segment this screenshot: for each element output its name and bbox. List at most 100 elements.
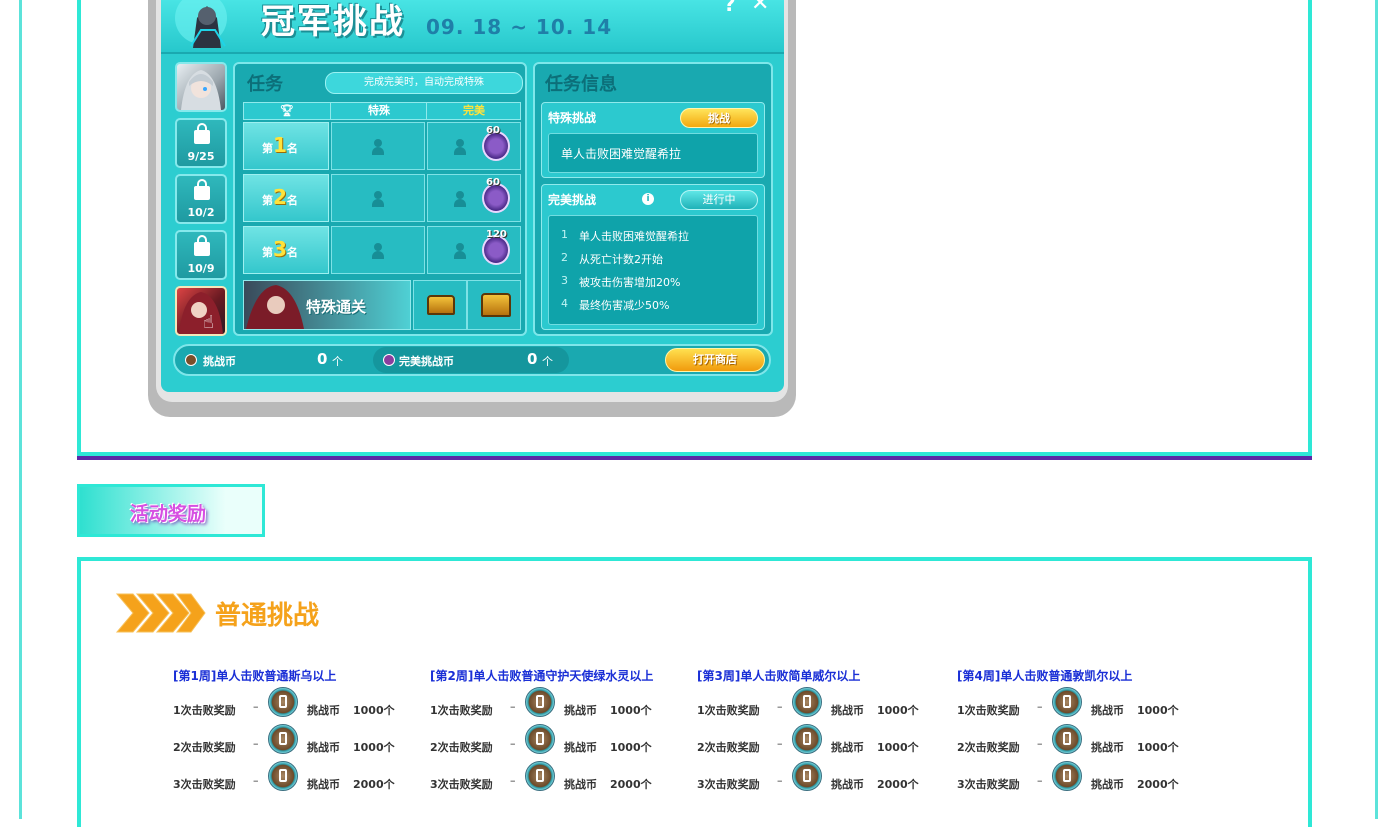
reward-item-name: 挑战币: [307, 778, 340, 791]
reward-row: 2次击败奖励 – 挑战币 1000个: [957, 724, 1217, 760]
event-rewards-label: 活动奖励: [130, 503, 207, 525]
in-progress-status: 进行中: [680, 190, 758, 210]
reward-quantity: 1000个: [1137, 741, 1179, 754]
challenge-coin-icon: [792, 724, 822, 754]
person-icon: [454, 139, 466, 155]
reward-dash: –: [510, 737, 516, 750]
reward-label: 3次击败奖励: [430, 778, 493, 791]
special-challenge-box: 特殊挑战 挑战 单人击败困难觉醒希拉: [541, 102, 765, 178]
medal-count: 120: [486, 229, 507, 240]
challenge-coin-icon: [1052, 761, 1082, 791]
lock-icon: [194, 179, 210, 200]
condition-text: 最终伤害减少50%: [579, 299, 670, 312]
reward-chest-slot[interactable]: [413, 280, 467, 330]
week-reward-block: [第3周]单人击败简单威尔以上 1次击败奖励 – 挑战币 1000个 2次击败奖励 – 挑战币…: [697, 667, 957, 797]
hilla-portrait-icon: [246, 285, 304, 329]
week-title: [第2周]单人击败普通守护天使绿水灵以上: [430, 669, 654, 683]
reward-row: 1次击败奖励 – 挑战币 1000个: [957, 687, 1217, 723]
medal-count: 60: [486, 177, 500, 188]
treasure-chest-icon: [427, 295, 455, 315]
person-icon: [454, 191, 466, 207]
sidebar-locked-week-3[interactable]: 10/2: [175, 174, 227, 224]
unlock-date: 9/25: [187, 150, 215, 163]
hilla-portrait-icon: [179, 292, 223, 334]
reward-label: 1次击败奖励: [173, 704, 236, 717]
challenge-coin-icon: [525, 724, 555, 754]
reward-row: 3次击败奖励 – 挑战币 2000个: [430, 761, 690, 797]
reward-label: 3次击败奖励: [957, 778, 1020, 791]
reward-quantity: 2000个: [1137, 778, 1179, 791]
reward-item-name: 挑战币: [1091, 704, 1124, 717]
reward-dash: –: [510, 700, 516, 713]
task-title: 任务: [247, 74, 283, 95]
rank-number: 3: [273, 237, 287, 261]
col-special: 特殊: [330, 103, 427, 119]
reward-dash: –: [777, 774, 783, 787]
rank-cell: 第1名: [243, 122, 329, 170]
event-dates: 09. 18 ~ 10. 14: [426, 15, 613, 39]
reward-dash: –: [253, 737, 259, 750]
week-reward-block: [第4周]单人击败普通敦凯尔以上 1次击败奖励 – 挑战币 1000个 2次击败奖励 – 挑战…: [957, 667, 1217, 797]
window-header: 冠军挑战 09. 18 ~ 10. 14 ? ✕: [161, 0, 784, 54]
col-perfect: 完美: [426, 103, 521, 119]
task-panel: 任务 完成完美时，自动完成特殊 🏆︎ 特殊 完美 第1名 60 第2名 60 第…: [233, 62, 527, 336]
reward-row: 1次击败奖励 – 挑战币 1000个: [173, 687, 433, 723]
medal-count: 60: [486, 125, 500, 136]
sidebar-selected-boss[interactable]: ☝: [175, 286, 227, 336]
person-icon: [372, 139, 384, 155]
reward-label: 2次击败奖励: [173, 741, 236, 754]
task-info-panel: 任务信息 特殊挑战 挑战 单人击败困难觉醒希拉 完美挑战 i 进行中 1 单人击…: [533, 62, 773, 336]
reward-item-name: 挑战币: [831, 778, 864, 791]
open-shop-button[interactable]: 打开商店: [665, 348, 765, 372]
condition-text: 被攻击伤害增加20%: [579, 276, 681, 289]
perfect-coin-icon: [383, 354, 395, 366]
reward-chest-slot[interactable]: [467, 280, 521, 330]
reward-row: 1次击败奖励 – 挑战币 1000个: [430, 687, 690, 723]
rank-cell: 第2名: [243, 174, 329, 222]
info-title: 任务信息: [545, 74, 617, 95]
reward-dash: –: [1037, 700, 1043, 713]
person-icon: [372, 243, 384, 259]
champion-challenge-window: 冠军挑战 09. 18 ~ 10. 14 ? ✕ 9/25 10/2 10/9: [161, 0, 784, 392]
reward-row: 3次击败奖励 – 挑战币 2000个: [697, 761, 957, 797]
perfect-coin-value: 0: [527, 350, 538, 368]
reward-dash: –: [1037, 774, 1043, 787]
reward-quantity: 1000个: [877, 704, 919, 717]
reward-item-name: 挑战币: [831, 704, 864, 717]
sidebar-locked-week-4[interactable]: 10/9: [175, 230, 227, 280]
reward-dash: –: [253, 774, 259, 787]
hero-portrait-icon: [175, 0, 227, 48]
reward-item-name: 挑战币: [307, 741, 340, 754]
special-cell: [331, 122, 425, 170]
treasure-chest-icon: [481, 293, 511, 317]
reward-item-name: 挑战币: [1091, 778, 1124, 791]
condition-number: 2: [561, 251, 568, 264]
table-row: 第1名 60: [243, 122, 521, 170]
condition-number: 4: [561, 297, 568, 310]
perfect-challenge-label: 完美挑战: [548, 193, 597, 207]
perfect-cell: 120: [427, 226, 521, 274]
reward-dash: –: [510, 774, 516, 787]
question-icon[interactable]: ?: [724, 0, 736, 16]
close-icon[interactable]: ✕: [751, 0, 769, 16]
reward-label: 1次击败奖励: [697, 704, 760, 717]
perfect-coin-unit: 个: [542, 355, 553, 368]
rank-suffix: 名: [286, 194, 298, 207]
reward-label: 2次击败奖励: [697, 741, 760, 754]
reward-item-name: 挑战币: [564, 778, 597, 791]
challenge-coin-icon: [792, 761, 822, 791]
event-rewards-tab[interactable]: 活动奖励: [77, 484, 265, 537]
reward-row: 2次击败奖励 – 挑战币 1000个: [697, 724, 957, 760]
sidebar-locked-week-2[interactable]: 9/25: [175, 118, 227, 168]
person-icon: [372, 191, 384, 207]
boss-portrait-icon: [181, 70, 221, 110]
challenge-coin-unit: 个: [332, 355, 343, 368]
reward-quantity: 1000个: [353, 704, 395, 717]
rank-prefix: 第: [262, 246, 273, 259]
info-icon[interactable]: i: [642, 193, 654, 205]
rank-suffix: 名: [286, 246, 298, 259]
challenge-button[interactable]: 挑战: [680, 108, 758, 128]
person-icon: [454, 243, 466, 259]
special-clear-label: 特殊通关: [306, 298, 367, 316]
sidebar-boss-avatar[interactable]: [175, 62, 227, 112]
